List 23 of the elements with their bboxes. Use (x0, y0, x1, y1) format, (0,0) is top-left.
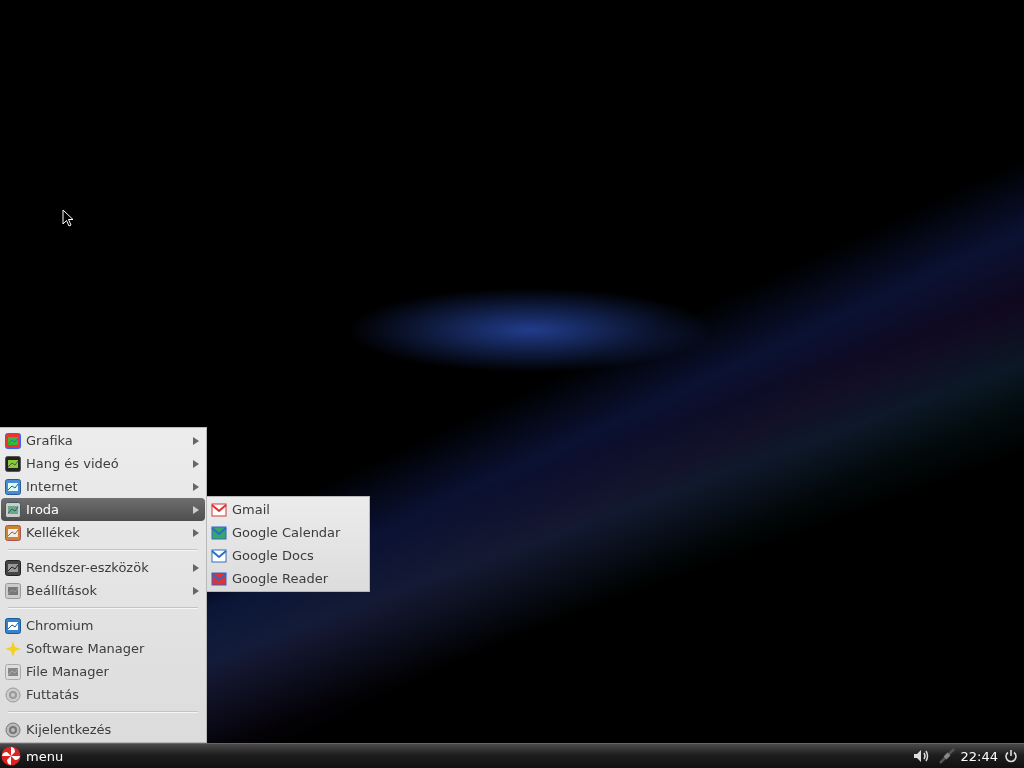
submenu-item[interactable]: Gmail (207, 498, 369, 521)
envelope-icon (211, 501, 227, 518)
menu-item[interactable]: Software Manager (1, 637, 205, 660)
menu-item[interactable]: Hang és videó (1, 452, 205, 475)
menu-item[interactable]: Kijelentkezés (1, 718, 205, 741)
submenu-item[interactable]: Google Calendar (207, 521, 369, 544)
star-icon (5, 640, 21, 657)
menu-item[interactable]: Rendszer-eszközök (1, 556, 205, 579)
menu-item[interactable]: Chromium (1, 614, 205, 637)
swirl-logo-icon (1, 746, 21, 766)
menu-item[interactable]: Kellékek (1, 521, 205, 544)
menu-item[interactable]: Grafika (1, 429, 205, 452)
network-plug-icon[interactable] (938, 748, 955, 764)
power-icon[interactable] (1004, 749, 1018, 763)
speaker-icon[interactable] (912, 749, 931, 763)
menu-item[interactable]: File Manager (1, 660, 205, 683)
mouse-pointer-icon (62, 209, 74, 227)
menu-item[interactable]: Futtatás (1, 683, 205, 706)
clock[interactable]: 22:44 (960, 748, 998, 764)
submenu-item[interactable]: Google Reader (207, 567, 369, 590)
submenu-item[interactable]: Google Docs (207, 544, 369, 567)
menu-item[interactable]: Internet (1, 475, 205, 498)
menu-button[interactable]: menu (0, 744, 68, 768)
